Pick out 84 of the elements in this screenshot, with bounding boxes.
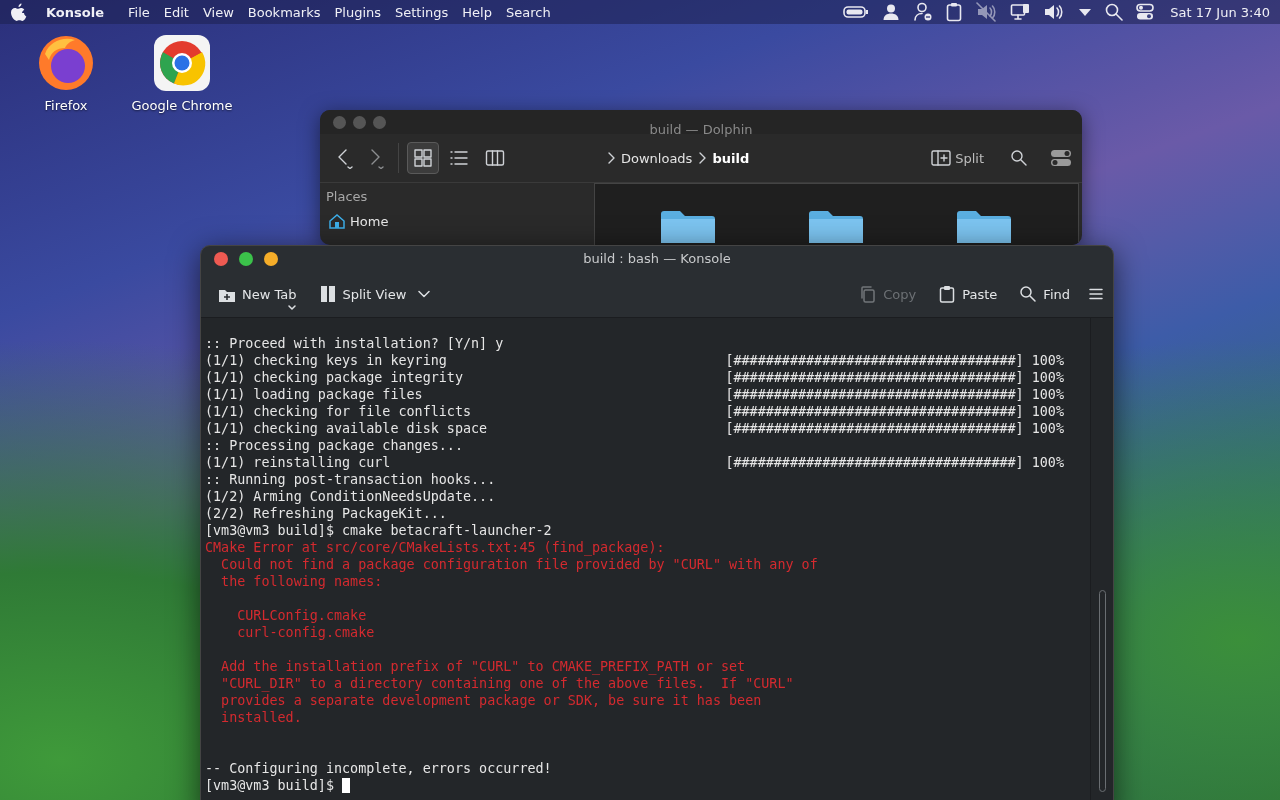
progress-text: [###################################] 100% <box>725 369 1064 386</box>
error-line: "CURL_DIR" to a directory containing one of the above files. If "CURL" <box>220 675 794 692</box>
menu-item[interactable]: Settings <box>388 4 456 20</box>
terminal-line: [vm3@vm3 build]$ cmake betacraft-launcher-2 <box>205 522 552 539</box>
terminal-line: [vm3@vm3 build]$ <box>205 778 334 793</box>
close-button[interactable] <box>214 251 228 266</box>
app-menu-title[interactable]: Konsole <box>39 4 111 20</box>
clock[interactable]: Sat 17 Jun 3:40 <box>1170 4 1270 20</box>
chevron-right-icon <box>607 152 615 164</box>
places-item[interactable]: Home <box>326 210 391 232</box>
search-icon[interactable] <box>1010 149 1028 167</box>
window-title: build — Dolphin <box>649 122 753 137</box>
menu-item[interactable]: Plugins <box>327 4 388 20</box>
progress-text: [###################################] 100% <box>725 352 1064 369</box>
split-icon <box>931 149 952 167</box>
terminal-line: -- Configuring incomplete, errors occurred! <box>205 760 552 777</box>
error-line: provides a separate development package or SDK, be sure it has been <box>220 692 762 709</box>
terminal-line: (1/1) checking package integrity <box>205 369 463 386</box>
list-icon <box>449 148 469 168</box>
progress-text: [###################################] 100% <box>725 454 1064 471</box>
terminal-line: (1/2) Arming ConditionNeedsUpdate... <box>205 488 496 505</box>
menu-item[interactable]: Bookmarks <box>240 4 328 20</box>
progress-text: [###################################] 100% <box>725 420 1064 437</box>
terminal-line: (2/2) Refreshing PackageKit... <box>205 505 447 522</box>
split-view-button[interactable]: Split View <box>313 281 436 307</box>
browser-icon <box>153 34 211 92</box>
terminal-line: (1/1) checking available disk space <box>205 420 488 437</box>
error-line: CMake Error at src/core/CMakeLists.txt:45 (find_package): <box>205 539 665 556</box>
clipboard-icon <box>938 285 957 303</box>
split-view-icon <box>318 285 337 303</box>
user-minus-icon[interactable] <box>913 2 934 22</box>
desktop-icon-label[interactable]: Google Chrome <box>131 98 233 113</box>
terminal-line: :: Running post-transaction hooks... <box>205 471 496 488</box>
menu-item[interactable]: Search <box>499 4 558 20</box>
terminal-line: (1/1) checking for file conflicts <box>205 403 472 420</box>
home-icon <box>328 212 346 230</box>
breadcrumb-item[interactable]: Downloads <box>621 150 693 166</box>
network-icon[interactable] <box>1010 3 1031 21</box>
apple-logo-icon[interactable] <box>10 2 27 22</box>
menu-item[interactable]: View <box>195 4 241 20</box>
columns-icon <box>485 148 505 168</box>
maximize-button[interactable] <box>264 251 278 266</box>
error-line: Add the installation prefix of "CURL" to CMAKE_PREFIX_PATH or set <box>220 658 746 675</box>
dropdown-triangle-icon[interactable] <box>1078 7 1093 17</box>
muted-speaker-icon[interactable] <box>975 2 998 22</box>
minimize-button[interactable] <box>239 251 253 266</box>
error-line: curl-config.cmake <box>236 624 375 641</box>
desktop-icon-label[interactable]: Firefox <box>44 98 88 113</box>
breadcrumb-item[interactable]: build <box>712 150 750 166</box>
search-icon[interactable] <box>1105 3 1124 21</box>
terminal-line: (1/1) checking keys in keyring <box>205 352 447 369</box>
paste-button[interactable]: Paste <box>933 281 1003 307</box>
terminal-line: :: Proceed with installation? [Y/n] y <box>205 335 504 352</box>
grid-icon <box>413 148 433 168</box>
view-mode-button[interactable] <box>407 142 439 174</box>
error-line: installed. <box>220 709 302 726</box>
error-line: CURLConfig.cmake <box>236 607 367 624</box>
new-tab-button[interactable]: New Tab <box>213 281 302 307</box>
chevron-right-icon <box>698 152 707 164</box>
menu-icon[interactable] <box>1089 288 1103 300</box>
progress-text: [###################################] 100% <box>725 403 1064 420</box>
clipboard-icon[interactable] <box>946 2 963 22</box>
split-button[interactable]: Split <box>927 147 988 169</box>
toggle-switches-icon[interactable] <box>1050 149 1072 167</box>
battery-icon[interactable] <box>843 4 870 20</box>
error-line: Could not find a package configuration file provided by "CURL" with any of <box>220 556 818 573</box>
copy-icon <box>859 285 878 303</box>
menu-item[interactable]: File <box>121 4 157 20</box>
browser-icon <box>37 34 95 92</box>
terminal-line: :: Processing package changes... <box>205 437 463 454</box>
window-title: build : bash — Konsole <box>583 251 731 266</box>
search-icon <box>1019 285 1038 303</box>
chevron-down-icon <box>418 290 431 298</box>
menu-item[interactable]: Help <box>455 4 499 20</box>
places-heading: Places <box>326 189 369 204</box>
caret-icon <box>288 305 296 311</box>
toggle-switches-icon[interactable] <box>1136 3 1155 21</box>
terminal-line: (1/1) loading package files <box>205 386 423 403</box>
find-button[interactable]: Find <box>1014 281 1075 307</box>
menu-item[interactable]: Edit <box>156 4 196 20</box>
terminal-line: (1/1) reinstalling curl <box>205 454 391 471</box>
progress-text: [###################################] 100% <box>725 386 1064 403</box>
user-icon[interactable] <box>882 3 901 21</box>
error-line: the following names: <box>220 573 383 590</box>
